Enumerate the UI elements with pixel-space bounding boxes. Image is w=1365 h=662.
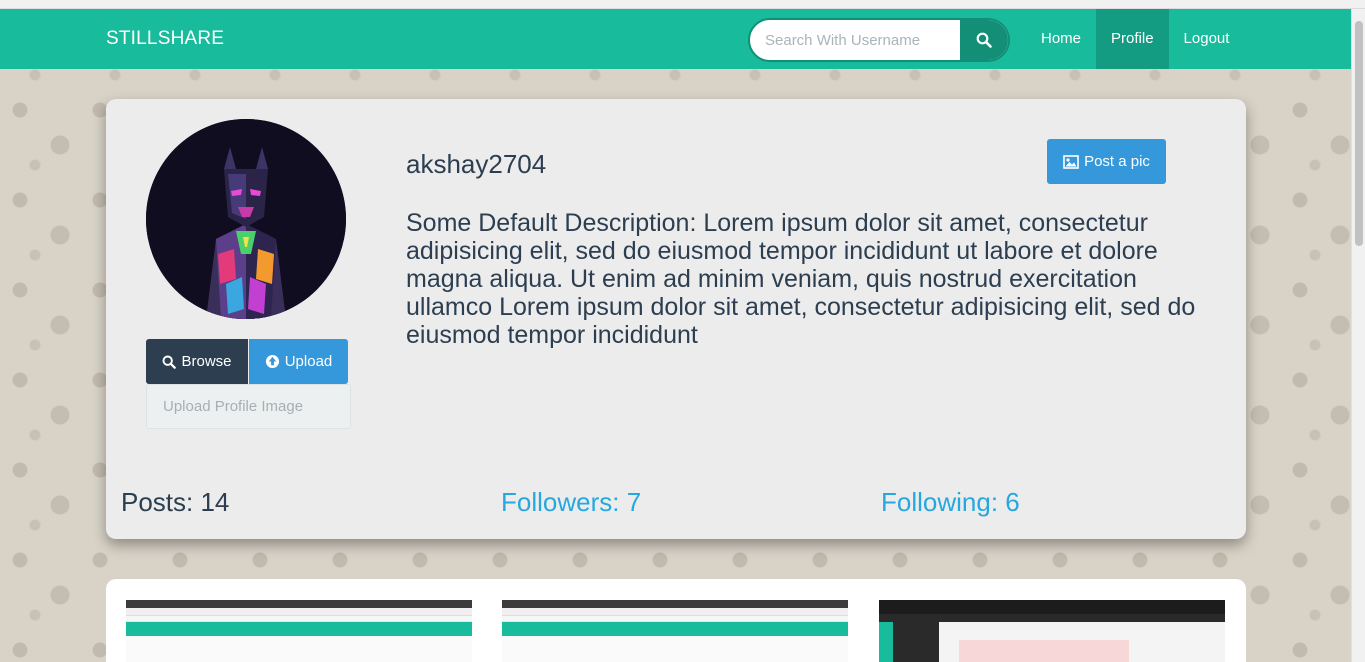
thumbnail-browser-bar — [879, 600, 1225, 614]
thumbnail-error-box — [959, 640, 1129, 662]
upload-button-label: Upload — [284, 353, 333, 370]
post-pic-button[interactable]: Post a pic — [1047, 139, 1166, 184]
posts-gallery — [106, 579, 1246, 662]
scrollbar-thumb[interactable] — [1355, 21, 1363, 246]
following-link[interactable]: Following: 6 — [881, 487, 1020, 518]
thumbnail-navbar — [502, 622, 848, 636]
page-scrollbar[interactable] — [1351, 9, 1365, 662]
thumbnail-sidebar — [879, 622, 893, 662]
profile-description: Some Default Description: Lorem ipsum do… — [406, 209, 1196, 349]
navbar: STILLSHARE Home Profile Logout — [0, 9, 1351, 69]
search-input[interactable] — [750, 20, 962, 60]
nav-item-profile[interactable]: Profile — [1096, 9, 1169, 69]
thumbnail-navbar — [126, 622, 472, 636]
image-icon — [1063, 154, 1079, 169]
thumbnail-browser-bar — [126, 600, 472, 608]
thumbnail-url-bar — [126, 608, 472, 616]
brand-logo[interactable]: STILLSHARE — [106, 9, 224, 69]
search-icon — [163, 355, 177, 369]
followers-link[interactable]: Followers: 7 — [501, 487, 641, 518]
browser-bookmark-strip — [0, 0, 1365, 9]
upload-arrow-circle-icon — [265, 354, 279, 369]
profile-card: Browse Upload Upload Profile Image aksha… — [106, 99, 1246, 539]
batman-avatar-image — [146, 119, 346, 319]
nav-item-home[interactable]: Home — [1026, 9, 1096, 69]
search-box — [748, 18, 1010, 62]
upload-button[interactable]: Upload — [249, 339, 348, 384]
browse-button[interactable]: Browse — [146, 339, 248, 384]
search-button[interactable] — [960, 20, 1008, 60]
post-thumbnail[interactable] — [126, 600, 472, 662]
browse-button-label: Browse — [181, 353, 232, 370]
post-thumbnail[interactable] — [502, 600, 848, 662]
thumbnail-panel — [939, 622, 1225, 662]
thumbnail-url-bar — [502, 608, 848, 616]
avatar — [146, 119, 346, 319]
posts-count: Posts: 14 — [121, 487, 230, 517]
nav-item-logout[interactable]: Logout — [1169, 9, 1245, 69]
profile-image-file-input[interactable]: Upload Profile Image — [146, 384, 351, 429]
nav-menu: Home Profile Logout — [1026, 9, 1244, 69]
thumbnail-browser-bar — [502, 600, 848, 608]
profile-username: akshay2704 — [406, 149, 547, 179]
search-icon — [976, 32, 992, 48]
post-pic-button-label: Post a pic — [1084, 153, 1150, 170]
post-thumbnail[interactable] — [879, 600, 1225, 662]
